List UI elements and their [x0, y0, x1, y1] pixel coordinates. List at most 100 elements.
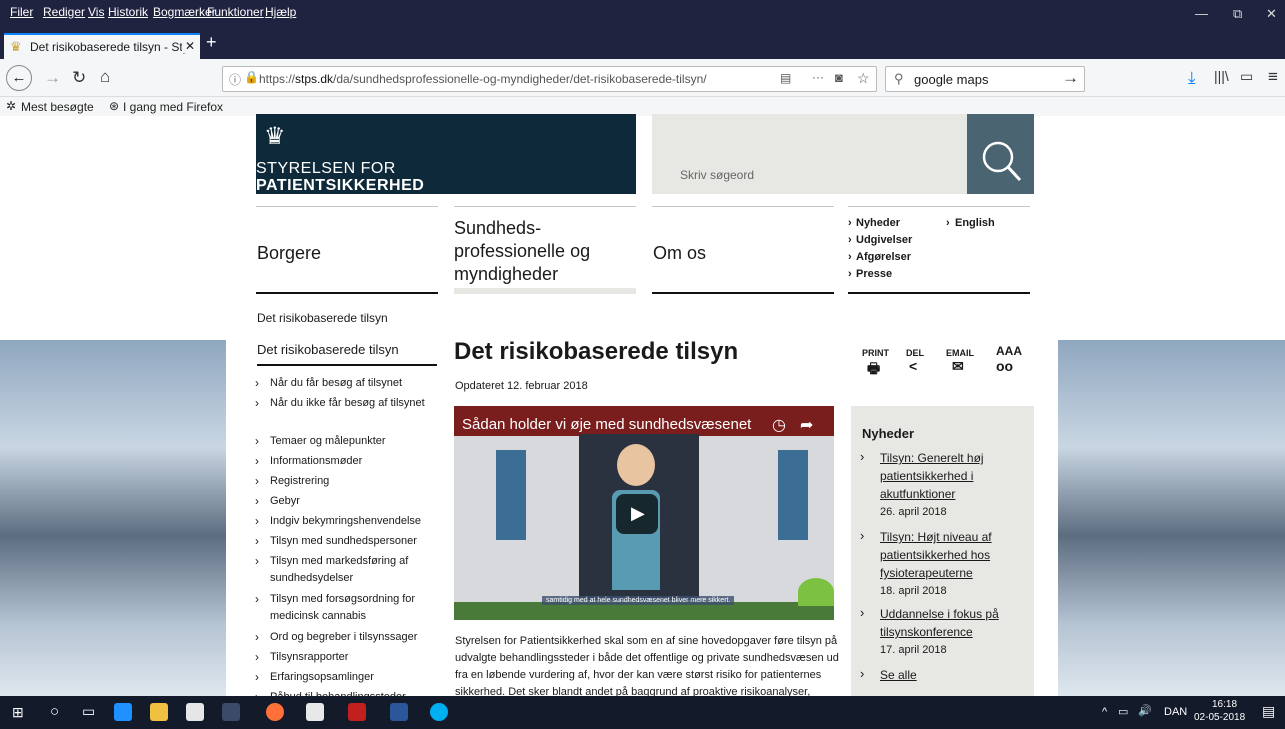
menu-rediger[interactable]: Rediger — [43, 5, 85, 19]
nav-borgere[interactable]: Borgere — [256, 206, 438, 294]
battery-icon[interactable]: ▭ — [1118, 705, 1128, 718]
side-menu-item[interactable]: › Indgiv bekymringshenvendelse — [255, 513, 432, 530]
side-menu-item[interactable]: › Informationsmøder — [255, 453, 432, 470]
clock-date[interactable]: 02-05-2018 — [1194, 712, 1245, 723]
side-menu-item[interactable]: › Når du får besøg af tilsynet — [255, 375, 432, 392]
side-menu-item[interactable]: › Tilsyn med markedsføring af sundhedsyde… — [255, 553, 432, 587]
nav-sundhedsprofessionelle[interactable]: Sundheds-professionelle og myndigheder — [454, 206, 636, 294]
side-menu-item[interactable]: › Når du ikke får besøg af tilsynet — [255, 395, 432, 412]
news-item[interactable]: › Uddannelse i fokus på tilsynskonferenc… — [860, 605, 1012, 659]
side-menu-item[interactable]: › Tilsyn med sundhedspersoner — [255, 533, 432, 550]
store-icon[interactable] — [186, 703, 204, 721]
video-player[interactable]: ▶ Sådan holder vi øje med sundhedsvæsene… — [454, 406, 834, 620]
sidebar-icon[interactable]: ▭ — [1240, 68, 1253, 85]
reader-view-icon[interactable]: ▤ — [780, 71, 791, 85]
share-arrow-icon[interactable]: ➦ — [800, 415, 813, 435]
menu-hjaelp[interactable]: Hjælp — [265, 5, 296, 19]
email-tool[interactable]: EMAIL ✉ — [946, 348, 974, 375]
print-tool[interactable]: PRINT 🖶 — [862, 348, 889, 382]
side-menu-item[interactable]: › Temaer og målepunkter — [255, 433, 432, 450]
news-link[interactable]: Uddannelse i fokus på tilsynskonference — [880, 605, 1012, 641]
site-search-button[interactable] — [967, 114, 1034, 194]
side-heading[interactable]: Det risikobaserede tilsyn — [257, 342, 437, 366]
body-text: Styrelsen for Patientsikkerhed skal som … — [455, 635, 839, 698]
side-menu-item-label: Registrering — [270, 475, 330, 487]
menu-filer[interactable]: Filer — [10, 5, 33, 19]
side-menu-item[interactable]: › Tilsynsrapporter — [255, 649, 432, 666]
quicklink-udgivelser[interactable]: Udgivelser — [856, 234, 912, 246]
breadcrumb[interactable]: Det risikobaserede tilsyn — [257, 311, 388, 325]
news-link[interactable]: Tilsyn: Generelt høj patientsikkerhed i … — [880, 449, 1012, 503]
crown-logo-icon: ♛ — [264, 123, 286, 150]
page-actions-icon[interactable]: ··· — [812, 70, 824, 84]
side-menu-item[interactable]: › Gebyr — [255, 493, 432, 510]
nav-om-os[interactable]: Om os — [652, 206, 834, 294]
back-icon[interactable]: ← — [6, 65, 32, 91]
close-window-icon[interactable]: ✕ — [1266, 6, 1277, 22]
news-item[interactable]: › Tilsyn: Højt niveau af patientsikkerhe… — [860, 528, 1012, 600]
clock-icon[interactable]: ◷ — [772, 415, 786, 435]
search-icon[interactable]: ○ — [50, 703, 59, 720]
firefox-icon[interactable] — [266, 703, 284, 721]
side-menu-item[interactable]: › Erfaringsopsamlinger — [255, 669, 432, 686]
minimize-icon[interactable]: — — [1195, 6, 1208, 21]
menu-hamburger-icon[interactable]: ≡ — [1268, 67, 1278, 87]
url-bar[interactable]: ⓘ 🔒 https://stps.dk/da/sundhedsprofessio… — [222, 66, 877, 92]
side-menu-item[interactable]: › Ord og begreber i tilsynssager — [255, 629, 432, 646]
word-icon[interactable] — [390, 703, 408, 721]
lock-icon[interactable]: 🔒 — [244, 70, 259, 84]
news-item[interactable]: › Tilsyn: Generelt høj patientsikkerhed … — [860, 449, 1012, 521]
side-menu-item[interactable]: › Registrering — [255, 473, 432, 490]
bookmark-mest-besogte[interactable]: Mest besøgte — [21, 100, 94, 114]
reload-icon[interactable]: ↻ — [72, 68, 86, 88]
download-icon[interactable]: ⤓ — [1188, 68, 1196, 88]
tab-close-icon[interactable]: ✕ — [182, 39, 196, 53]
video-play-button[interactable]: ▶ — [616, 494, 658, 534]
news-date: 17. april 2018 — [880, 644, 947, 656]
tray-chevron-icon[interactable]: ^ — [1102, 706, 1107, 718]
firefox-icon: ⊛ — [109, 99, 120, 113]
menu-historik[interactable]: Historik — [108, 5, 148, 19]
search-bar[interactable]: ⚲ google maps — [885, 66, 1085, 92]
play-icon: ▶ — [631, 503, 645, 523]
tab-active[interactable]: ♛ Det risikobaserede tilsyn - Styr ✕ — [4, 33, 200, 59]
site-logo[interactable]: ♛ STYRELSEN FOR PATIENTSIKKERHED — [256, 114, 636, 194]
clock-time[interactable]: 16:18 — [1212, 699, 1237, 710]
quicklink-nyheder[interactable]: Nyheder — [856, 217, 900, 229]
new-tab-icon[interactable]: + — [206, 32, 217, 53]
site-search-input[interactable]: Skriv søgeord — [652, 114, 967, 194]
home-icon[interactable]: ⌂ — [100, 67, 110, 87]
pocket-icon[interactable]: ◙ — [835, 70, 843, 85]
info-icon[interactable]: ⓘ — [229, 71, 241, 88]
menu-vis[interactable]: Vis — [88, 5, 104, 19]
bookmark-star-icon[interactable]: ☆ — [857, 70, 870, 87]
volume-icon[interactable]: 🔊 — [1138, 704, 1152, 717]
quicklink-english[interactable]: English — [955, 217, 995, 229]
mail-icon[interactable] — [306, 703, 324, 721]
ie-icon[interactable] — [222, 703, 240, 721]
skype-icon[interactable] — [430, 703, 448, 721]
news-link[interactable]: Tilsyn: Højt niveau af patientsikkerhed … — [880, 528, 1012, 582]
bookmark-i-gang[interactable]: I gang med Firefox — [123, 100, 223, 114]
quicklink-presse[interactable]: Presse — [856, 268, 892, 280]
notifications-icon[interactable]: ▤ — [1262, 703, 1275, 720]
acrobat-icon[interactable] — [348, 703, 366, 721]
news-all[interactable]: › Se alle — [860, 666, 917, 684]
menu-funktioner[interactable]: Funktioner — [207, 5, 264, 19]
language-indicator[interactable]: DAN — [1164, 706, 1187, 718]
share-tool[interactable]: DEL < — [906, 348, 924, 374]
task-view-icon[interactable]: ▭ — [82, 703, 95, 720]
file-explorer-icon[interactable] — [150, 703, 168, 721]
restore-icon[interactable]: ⧉ — [1233, 6, 1242, 22]
side-menu-item[interactable]: › Tilsyn med forsøgsordning for medicinsk… — [255, 591, 432, 625]
text-size-tool[interactable]: AAA oo — [996, 344, 1022, 374]
windows-start-icon[interactable]: ⊞ — [12, 704, 24, 721]
quicklink-afgorelser[interactable]: Afgørelser — [856, 251, 911, 263]
forward-icon[interactable]: → — [44, 68, 61, 88]
news-all-link[interactable]: Se alle — [862, 666, 917, 684]
side-menu-item-label: Gebyr — [270, 495, 300, 507]
updated-date: Opdateret 12. februar 2018 — [455, 380, 588, 392]
search-go-icon[interactable]: → — [1062, 68, 1079, 88]
edge-icon[interactable] — [114, 703, 132, 721]
library-icon[interactable]: |||\ — [1214, 68, 1229, 84]
